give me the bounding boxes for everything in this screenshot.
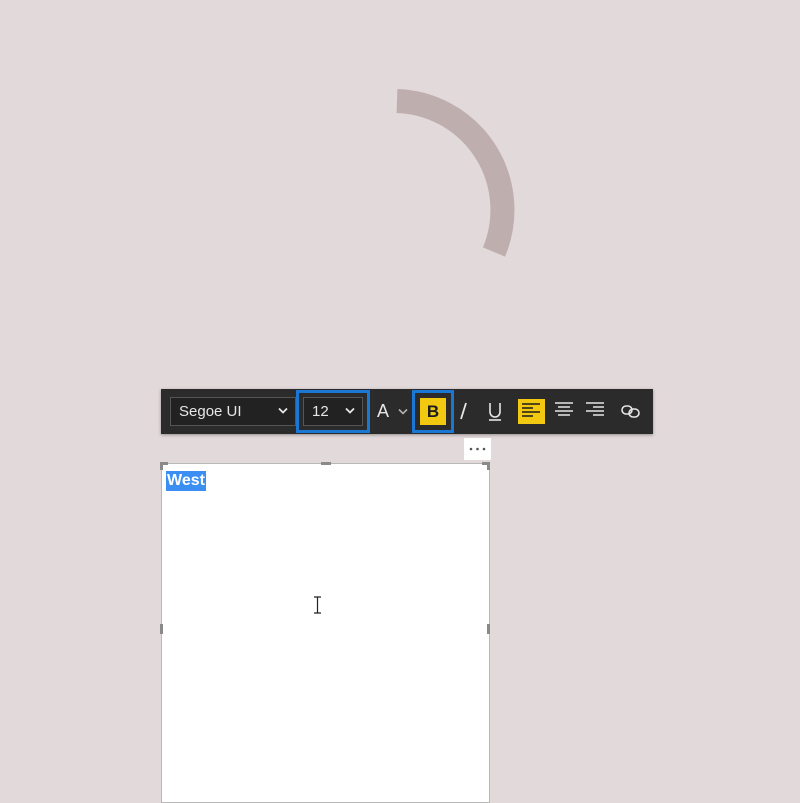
chevron-down-icon — [398, 408, 408, 415]
font-size-value: 12 — [312, 403, 329, 420]
loading-spinner-icon — [396, 89, 515, 257]
selected-text[interactable]: West — [166, 471, 206, 491]
align-right-icon — [586, 402, 604, 416]
font-family-value: Segoe UI — [179, 403, 242, 420]
chevron-down-icon — [278, 407, 288, 414]
resize-handle-top-right-v[interactable] — [487, 462, 490, 470]
report-canvas: Segoe UI 12 A B West — [0, 0, 800, 803]
more-options-button[interactable] — [464, 438, 491, 460]
link-icon — [621, 405, 640, 418]
italic-button[interactable] — [450, 397, 478, 426]
resize-handle-middle-left[interactable] — [160, 624, 163, 634]
resize-handle-top-left-v[interactable] — [160, 462, 163, 470]
align-center-button[interactable] — [550, 397, 578, 426]
font-size-dropdown[interactable]: 12 — [296, 390, 370, 433]
bold-button[interactable]: B — [412, 390, 454, 433]
align-center-icon — [555, 402, 573, 416]
align-right-button[interactable] — [581, 397, 609, 426]
resize-handle-middle-right[interactable] — [487, 624, 490, 634]
bold-icon: B — [420, 398, 446, 425]
insert-link-button[interactable] — [616, 397, 644, 426]
text-box-visual[interactable]: West — [160, 462, 490, 803]
font-family-dropdown[interactable]: Segoe UI — [170, 397, 296, 426]
italic-icon — [460, 402, 467, 420]
chevron-down-icon — [345, 407, 355, 414]
more-options-icon — [469, 447, 486, 451]
text-format-toolbar: Segoe UI 12 A B — [161, 389, 653, 434]
align-left-icon — [522, 403, 540, 417]
font-size-field: 12 — [303, 397, 363, 426]
underline-button[interactable] — [481, 397, 509, 426]
text-cursor-icon — [314, 596, 321, 614]
align-left-button[interactable] — [518, 399, 545, 424]
font-color-button[interactable]: A — [374, 397, 410, 426]
underline-icon — [489, 403, 501, 421]
font-color-icon: A — [377, 401, 390, 421]
resize-handle-top-center[interactable] — [321, 462, 331, 465]
